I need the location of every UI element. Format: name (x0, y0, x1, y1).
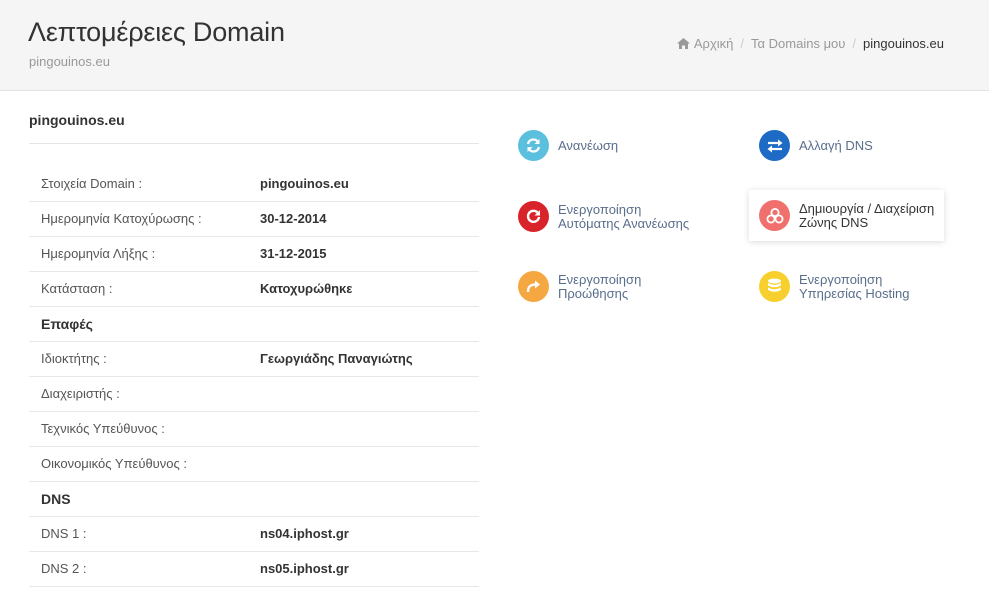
share-arrow-icon (526, 280, 540, 293)
status-value: Κατοχυρώθηκε (260, 271, 479, 307)
renew-icon-circle (518, 130, 549, 161)
renew-action[interactable]: Ανανέωση (518, 130, 618, 161)
page-subtitle: pingouinos.eu (29, 54, 110, 69)
domain-details-table: Στοιχεία Domain : pingouinos.eu Ημερομην… (29, 166, 479, 587)
hosting-icon-circle (759, 271, 790, 302)
technical-label: Τεχνικός Υπεύθυνος : (29, 411, 260, 447)
domain-info-label: Στοιχεία Domain : (29, 166, 260, 202)
page-title: Λεπτομέρειες Domain (28, 17, 285, 47)
table-row: Ιδιοκτήτης : Γεωργιάδης Παναγιώτης (29, 341, 479, 377)
breadcrumb-current: pingouinos.eu (863, 36, 944, 51)
registration-date-label: Ημερομηνία Κατοχύρωσης : (29, 201, 260, 237)
table-row: DNS 2 : ns05.iphost.gr (29, 551, 479, 587)
table-row: Τεχνικός Υπεύθυνος : (29, 411, 479, 447)
dns1-label: DNS 1 : (29, 516, 260, 552)
forwarding-icon-circle (518, 271, 549, 302)
contacts-section-title: Επαφές (29, 306, 479, 342)
hosting-action[interactable]: Ενεργοποίηση Υπηρεσίας Hosting (759, 271, 909, 302)
forwarding-label: Ενεργοποίηση Προώθησης (558, 271, 642, 301)
cubes-icon (766, 207, 783, 223)
database-icon (768, 278, 781, 292)
table-row: Στοιχεία Domain : pingouinos.eu (29, 166, 479, 202)
change-dns-action[interactable]: Αλλαγή DNS (759, 130, 873, 161)
hosting-label-line1: Ενεργοποίηση (799, 271, 883, 287)
change-dns-label: Αλλαγή DNS (799, 137, 873, 153)
breadcrumb-home-link[interactable]: Αρχική (694, 36, 734, 51)
billing-value (260, 446, 479, 482)
domain-info-value: pingouinos.eu (260, 166, 479, 202)
exchange-icon (767, 139, 782, 152)
dns-zone-icon-circle (759, 200, 790, 231)
dns2-label: DNS 2 : (29, 551, 260, 587)
hosting-label: Ενεργοποίηση Υπηρεσίας Hosting (799, 271, 910, 301)
table-row: Οικονομικός Υπεύθυνος : (29, 446, 479, 482)
domain-heading: pingouinos.eu (29, 104, 479, 144)
admin-value (260, 376, 479, 412)
auto-renew-icon-circle (518, 201, 549, 232)
expiry-date-label: Ημερομηνία Λήξης : (29, 236, 260, 272)
hosting-label-line2: Υπηρεσίας Hosting (799, 285, 910, 301)
table-row: Ημερομηνία Λήξης : 31-12-2015 (29, 236, 479, 272)
section-row: DNS (29, 481, 479, 517)
owner-value: Γεωργιάδης Παναγιώτης (260, 341, 479, 377)
dns-zone-label-line1: Δημιουργία / Διαχείριση (799, 200, 935, 216)
section-row: Επαφές (29, 306, 479, 342)
forwarding-label-line2: Προώθησης (558, 285, 629, 301)
breadcrumb-separator: / (852, 36, 857, 51)
table-row: DNS 1 : ns04.iphost.gr (29, 516, 479, 552)
refresh-icon (526, 138, 541, 153)
auto-renew-action[interactable]: Ενεργοποίηση Αυτόματης Ανανέωσης (518, 201, 689, 232)
auto-renew-label: Ενεργοποίηση Αυτόματης Ανανέωσης (558, 201, 690, 231)
page-header: Λεπτομέρειες Domain pingouinos.eu Αρχική… (0, 0, 989, 91)
status-label: Κατάσταση : (29, 271, 260, 307)
admin-label: Διαχειριστής : (29, 376, 260, 412)
table-row: Διαχειριστής : (29, 376, 479, 412)
dns2-value: ns05.iphost.gr (260, 551, 479, 587)
change-dns-label-line1: Αλλαγή DNS (799, 137, 873, 153)
dns1-value: ns04.iphost.gr (260, 516, 479, 552)
domain-actions-panel: Ανανέωση Αλλαγή DNS Ενεργοποίηση Αυτόματ (510, 91, 989, 598)
technical-value (260, 411, 479, 447)
renew-label: Ανανέωση (558, 137, 619, 153)
dns-zone-action[interactable]: Δημιουργία / Διαχείριση Ζώνης DNS (749, 190, 945, 241)
expiry-date-value: 31-12-2015 (260, 236, 479, 272)
breadcrumb: Αρχική / Τα Domains μου / pingouinos.eu (676, 36, 944, 51)
dns-section-title: DNS (29, 481, 479, 517)
forwarding-action[interactable]: Ενεργοποίηση Προώθησης (518, 271, 641, 302)
breadcrumb-separator: / (740, 36, 745, 51)
power-refresh-icon (526, 209, 541, 223)
dns-zone-label-line2: Ζώνης DNS (799, 214, 869, 230)
table-row: Κατάσταση : Κατοχυρώθηκε (29, 271, 479, 307)
registration-date-value: 30-12-2014 (260, 201, 479, 237)
auto-renew-label-line2: Αυτόματης Ανανέωσης (558, 215, 690, 231)
renew-label-line1: Ανανέωση (558, 137, 619, 153)
dns-zone-label: Δημιουργία / Διαχείριση Ζώνης DNS (799, 200, 935, 230)
breadcrumb-my-domains-link[interactable]: Τα Domains μου (751, 36, 845, 51)
domain-details-panel: pingouinos.eu Στοιχεία Domain : pingouin… (29, 104, 479, 587)
table-row: Ημερομηνία Κατοχύρωσης : 30-12-2014 (29, 201, 479, 237)
billing-label: Οικονομικός Υπεύθυνος : (29, 446, 260, 482)
owner-label: Ιδιοκτήτης : (29, 341, 260, 377)
forwarding-label-line1: Ενεργοποίηση (558, 271, 642, 287)
home-icon (676, 38, 690, 49)
auto-renew-label-line1: Ενεργοποίηση (558, 201, 642, 217)
change-dns-icon-circle (759, 130, 790, 161)
